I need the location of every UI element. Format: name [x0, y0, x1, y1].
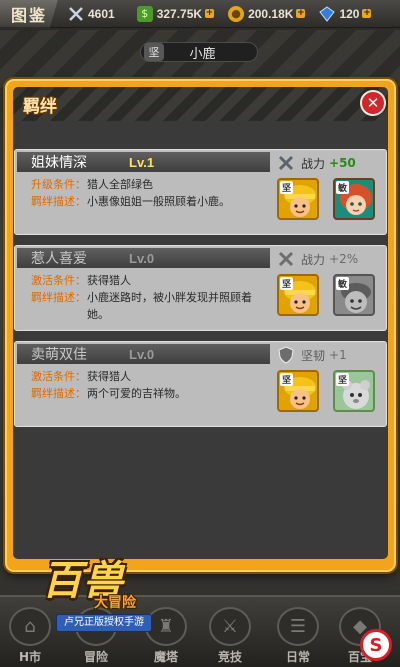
top-resource-bar: 图鉴 4601 $ 327.75K + ● 200.18K + 120 + [0, 0, 400, 28]
bond-details: 升级条件： 猎人全部绿色 羁绊描述： 小惠像姐姐一般照顾着小鹿。 [31, 176, 262, 210]
add-coins-button[interactable]: + [296, 9, 306, 18]
bond-header: 惹人喜爱 Lv.0 [17, 248, 270, 268]
bond-avatars: 坚 敏 [277, 274, 375, 316]
hunter-avatar[interactable]: 坚 [277, 178, 319, 220]
clipboard-icon: ☰ [277, 607, 319, 646]
xiaohui-avatar[interactable]: 敏 [333, 178, 375, 220]
platform-badge-icon: S [360, 629, 392, 661]
page-title: 图鉴 [0, 0, 58, 28]
avatar-class-tag: 坚 [280, 277, 293, 290]
gem-value: 120 [339, 6, 360, 21]
bond-card[interactable]: 惹人喜爱 Lv.0 激活条件： 获得猎人 羁绊描述： 小鹿迷路时，被小胖发现并照… [14, 245, 387, 331]
avatar-class-tag: 坚 [280, 373, 293, 386]
xiaopang-avatar-locked[interactable]: 敏 [333, 274, 375, 316]
dock-label: 日常 [285, 650, 310, 664]
condition-text: 猎人全部绿色 [87, 178, 153, 191]
resource-gems: 120 + [319, 4, 372, 24]
resource-cash: $ 327.75K + [136, 4, 215, 24]
bond-bonus: 战力 +2% [277, 249, 358, 269]
coin-value: 200.18K [248, 6, 294, 21]
coin-icon: ● [228, 5, 245, 22]
bonus-value: +1 [329, 348, 347, 362]
bonus-label: 坚韧 [301, 348, 326, 363]
bond-level: Lv.0 [129, 250, 155, 266]
mascot-avatar[interactable]: 坚 [333, 370, 375, 412]
gem-icon [319, 5, 336, 22]
bond-header: 卖萌双佳 Lv.0 [17, 344, 270, 364]
dock-button-arena[interactable]: ⚔ 竞技 [204, 607, 256, 665]
bond-name: 姐妹情深 [31, 155, 87, 171]
combat-power-value: 4601 [88, 6, 115, 21]
game-logo: 百兽 大冒险 卢兄正版授权手游 [36, 546, 164, 638]
logo-subtitle: 大冒险 [94, 595, 136, 611]
bond-dialog: 羁绊 ✕ 姐妹情深 Lv.1 升级条件： 猎人全部绿色 羁绊描述： 小惠像姐姐一… [5, 79, 396, 572]
resource-combat-power: 4601 [68, 4, 115, 24]
dock-label: 魔塔 [153, 650, 178, 664]
bond-card[interactable]: 卖萌双佳 Lv.0 激活条件： 获得猎人 羁绊描述： 两个可爱的吉祥物。 坚韧 … [14, 341, 387, 427]
close-button[interactable]: ✕ [360, 90, 386, 116]
hunter-avatar[interactable]: 坚 [277, 274, 319, 316]
description-text: 小惠像姐姐一般照顾着小鹿。 [87, 195, 230, 208]
dock-button-daily[interactable]: ☰ 日常 [272, 607, 324, 665]
condition-label: 激活条件： [31, 274, 86, 287]
crossed-swords-icon [68, 6, 84, 22]
bond-avatars: 坚 坚 [277, 370, 375, 412]
bond-bonus: 战力 +50 [277, 153, 356, 173]
bond-details: 激活条件： 获得猎人 羁绊描述： 小鹿迷路时，被小胖发现并照顾着她。 [31, 272, 262, 323]
arena-icon: ⚔ [209, 607, 251, 646]
bond-level: Lv.0 [129, 346, 155, 362]
close-icon: ✕ [366, 94, 380, 112]
character-name: 小鹿 [189, 46, 216, 62]
avatar-class-tag: 坚 [336, 373, 349, 386]
bond-header: 姐妹情深 Lv.1 [17, 152, 270, 172]
description-label: 羁绊描述： [31, 291, 86, 304]
cash-value: 327.75K [156, 6, 203, 21]
shield-icon [277, 346, 295, 364]
logo-banner: 卢兄正版授权手游 [56, 614, 152, 632]
condition-text: 获得猎人 [87, 274, 131, 287]
bond-bonus: 坚韧 +1 [277, 345, 347, 365]
dock-label: 竞技 [217, 650, 242, 664]
description-text: 小鹿迷路时，被小胖发现并照顾着她。 [87, 291, 252, 321]
resource-coins: ● 200.18K + [228, 4, 306, 24]
avatar-class-tag: 坚 [280, 181, 293, 194]
cash-icon: $ [136, 5, 153, 22]
bonus-label: 战力 [301, 156, 326, 171]
add-gems-button[interactable]: + [362, 9, 372, 18]
bonus-label: 战力 [301, 252, 326, 267]
condition-label: 升级条件： [31, 178, 86, 191]
description-label: 羁绊描述： [31, 387, 86, 400]
dialog-header: 羁绊 ✕ [13, 87, 388, 121]
dock-label: H市 [18, 650, 42, 664]
description-label: 羁绊描述： [31, 195, 86, 208]
avatar-class-tag: 敏 [336, 277, 349, 290]
bond-avatars: 坚 敏 [277, 178, 375, 220]
condition-label: 激活条件： [31, 370, 86, 383]
crossed-swords-icon [277, 250, 295, 268]
bonus-value: +50 [329, 156, 356, 170]
class-badge: 坚 [144, 43, 164, 61]
condition-text: 获得猎人 [87, 370, 131, 383]
bond-name: 惹人喜爱 [31, 251, 87, 267]
dock-label: 冒险 [83, 650, 108, 664]
bond-details: 激活条件： 获得猎人 羁绊描述： 两个可爱的吉祥物。 [31, 368, 262, 402]
dialog-title: 羁绊 [23, 97, 57, 117]
add-cash-button[interactable]: + [205, 9, 215, 18]
bonus-value: +2% [329, 252, 359, 266]
avatar-class-tag: 敏 [336, 181, 349, 194]
hunter-avatar[interactable]: 坚 [277, 370, 319, 412]
bond-level: Lv.1 [129, 154, 155, 170]
bond-name: 卖萌双佳 [31, 347, 87, 363]
character-nameplate: 坚 小鹿 [140, 42, 258, 62]
bond-card[interactable]: 姐妹情深 Lv.1 升级条件： 猎人全部绿色 羁绊描述： 小惠像姐姐一般照顾着小… [14, 149, 387, 235]
crossed-swords-icon [277, 154, 295, 172]
dialog-body: 姐妹情深 Lv.1 升级条件： 猎人全部绿色 羁绊描述： 小惠像姐姐一般照顾着小… [13, 121, 388, 559]
description-text: 两个可爱的吉祥物。 [87, 387, 186, 400]
